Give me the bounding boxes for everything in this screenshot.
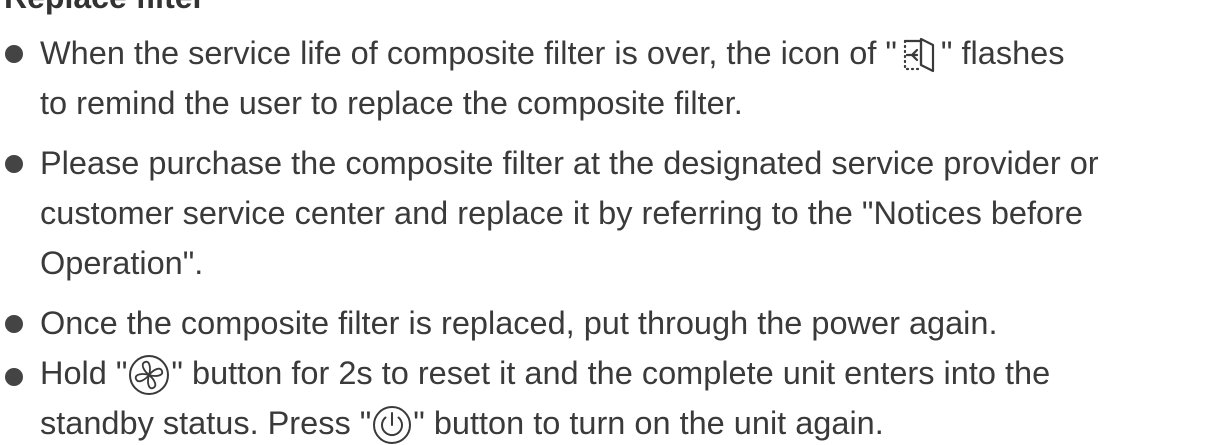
power-icon: [372, 405, 412, 445]
list-item-text: " flashes: [940, 35, 1065, 71]
list-item-line: When the service life of composite filte…: [40, 34, 1064, 75]
fan-icon: [128, 354, 170, 396]
list-item-text: Hold ": [40, 355, 128, 391]
list-item-text: customer service center and replace it b…: [40, 195, 1083, 231]
list-item-line: Hold " " button for 2s to reset it and t…: [40, 354, 1050, 396]
section-heading: Replace filter: [4, 0, 205, 16]
list-item-text: " button for 2s to reset it and the comp…: [171, 355, 1051, 391]
list-item-text: Please purchase the composite filter at …: [40, 145, 1099, 181]
filter-replace-icon: [899, 35, 939, 75]
list-item-line: standby status. Press " " button to turn…: [40, 404, 884, 445]
list-item-text: When the service life of composite filte…: [40, 35, 897, 71]
list-item-text: standby status. Press ": [40, 405, 372, 441]
bullet-icon: [5, 315, 23, 333]
list-item-text: Once the composite filter is replaced, p…: [40, 305, 998, 341]
bullet-icon: [5, 155, 23, 173]
bullet-icon: [5, 368, 23, 386]
list-item-text: " button to turn on the unit again.: [413, 405, 884, 441]
bullet-icon: [5, 45, 23, 63]
list-item-text: to remind the user to replace the compos…: [40, 85, 743, 121]
list-item-text: Operation".: [40, 245, 204, 281]
